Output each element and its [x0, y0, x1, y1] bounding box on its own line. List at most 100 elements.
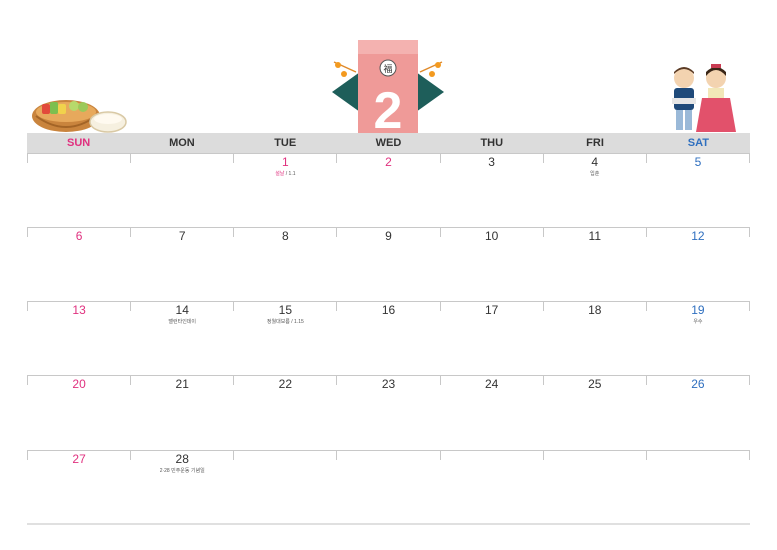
day-number: 4 — [591, 155, 599, 169]
day-cell[interactable]: 19 우수 — [644, 302, 751, 378]
day-number: 25 — [588, 377, 602, 391]
cell-background — [644, 163, 751, 230]
day-number: 9 — [385, 229, 392, 243]
week-row: 1 설날 / 1.1 2 3 4 입춘 5 — [26, 153, 751, 230]
day-cell[interactable]: 15 정월대보름 / 1.15 — [232, 302, 339, 378]
weekday-header: SUN MON TUE WED THU FRI SAT — [27, 133, 750, 153]
cell-background — [541, 385, 648, 452]
day-cell[interactable] — [541, 451, 648, 527]
month-number: 2 — [374, 82, 403, 134]
cell-background — [335, 385, 442, 452]
note-text: 정월대보름 / 1.15 — [266, 319, 304, 325]
day-cell[interactable]: 5 — [644, 154, 751, 230]
day-cell[interactable]: 28 2·28 민주운동 기념일 — [129, 451, 236, 527]
day-number: 3 — [488, 155, 495, 169]
cell-background — [232, 460, 339, 527]
day-cell[interactable]: 17 — [438, 302, 545, 378]
day-cell[interactable]: 8 — [232, 228, 339, 304]
cell-background — [438, 237, 545, 304]
week-row: 6 7 8 9 10 11 12 — [26, 227, 751, 304]
day-cell[interactable]: 22 — [232, 376, 339, 452]
cell-background — [438, 163, 545, 230]
cell-background — [644, 385, 751, 452]
day-cell[interactable] — [26, 154, 133, 230]
note-text: 2·28 민주운동 기념일 — [159, 468, 205, 474]
cell-background — [335, 460, 442, 527]
cell-background — [26, 311, 133, 378]
day-number: 22 — [278, 377, 293, 391]
day-cell[interactable]: 24 — [438, 376, 545, 452]
day-cell[interactable] — [335, 451, 442, 527]
day-cell[interactable]: 6 — [26, 228, 133, 304]
day-cell[interactable]: 20 — [26, 376, 133, 452]
day-number: 14 — [175, 303, 189, 317]
week-row: 20 21 22 23 24 25 26 — [26, 375, 751, 452]
day-number: 5 — [694, 155, 702, 169]
holiday-label: 설날 — [275, 171, 285, 177]
day-note: 우수 — [647, 318, 749, 325]
day-cell[interactable]: 11 — [541, 228, 648, 304]
day-cell[interactable] — [644, 451, 751, 527]
day-number: 28 — [175, 452, 189, 466]
note-text: 밸런타인데이 — [168, 319, 197, 325]
cell-background — [644, 237, 751, 304]
cell-background — [129, 385, 236, 452]
weekday-wed: WED — [375, 137, 402, 149]
day-number: 7 — [178, 229, 186, 243]
day-note: 밸런타인데이 — [131, 318, 233, 325]
rice-cake-basket-illustration — [32, 100, 127, 133]
day-number: 20 — [72, 377, 86, 391]
day-cell[interactable]: 25 — [541, 376, 648, 452]
day-cell[interactable]: 26 — [644, 376, 751, 452]
day-number: 21 — [175, 377, 189, 391]
day-number: 26 — [691, 377, 705, 391]
day-cell[interactable] — [232, 451, 339, 527]
weekday-sun: SUN — [67, 137, 91, 149]
day-cell[interactable]: 13 — [26, 302, 133, 378]
day-number: 12 — [691, 229, 705, 243]
day-cell[interactable]: 1 설날 / 1.1 — [232, 154, 339, 230]
day-number: 18 — [588, 303, 602, 317]
day-cell[interactable]: 23 — [335, 376, 442, 452]
cell-background — [438, 385, 545, 452]
day-number: 17 — [484, 303, 499, 317]
day-cell[interactable]: 21 — [129, 376, 236, 452]
cell-background — [335, 237, 442, 304]
day-cell[interactable]: 12 — [644, 228, 751, 304]
day-number: 1 — [282, 155, 289, 169]
cell-background — [232, 385, 339, 452]
cell-background — [541, 311, 648, 378]
day-number: 24 — [484, 377, 499, 391]
day-number: 10 — [484, 229, 499, 243]
week-row: 13 14 밸런타인데이 15 정월대보름 / 1.15 16 17 18 19 우수 — [26, 301, 751, 378]
day-cell[interactable] — [438, 451, 545, 527]
cell-background — [644, 460, 751, 527]
weekday-fri: FRI — [586, 137, 604, 149]
day-cell[interactable]: 7 — [129, 228, 236, 304]
day-cell[interactable]: 10 — [438, 228, 545, 304]
month-charm-illustration: 福 2 — [332, 40, 444, 134]
day-cell[interactable]: 4 입춘 — [541, 154, 648, 230]
bottom-divider — [27, 523, 750, 525]
day-cell[interactable]: 2 — [335, 154, 442, 230]
day-cell[interactable]: 3 — [438, 154, 545, 230]
day-note: 2·28 민주운동 기념일 — [131, 467, 233, 474]
day-cell[interactable]: 14 밸런타인데이 — [129, 302, 236, 378]
day-cell[interactable]: 27 — [26, 451, 133, 527]
day-number: 15 — [278, 303, 293, 317]
day-number: 23 — [381, 377, 396, 391]
day-cell[interactable]: 18 — [541, 302, 648, 378]
day-note: 정월대보름 / 1.15 — [234, 318, 336, 325]
note-text: / 1.1 — [284, 171, 296, 177]
day-cell[interactable] — [129, 154, 236, 230]
day-cell[interactable]: 16 — [335, 302, 442, 378]
week-row: 27 28 2·28 민주운동 기념일 — [26, 450, 751, 527]
cell-background — [438, 311, 545, 378]
cell-background — [26, 385, 133, 452]
cell-background — [26, 237, 133, 304]
weekday-sat: SAT — [687, 137, 709, 149]
day-number: 13 — [72, 303, 86, 317]
cell-background — [438, 460, 545, 527]
day-cell[interactable]: 9 — [335, 228, 442, 304]
cell-background — [541, 237, 648, 304]
